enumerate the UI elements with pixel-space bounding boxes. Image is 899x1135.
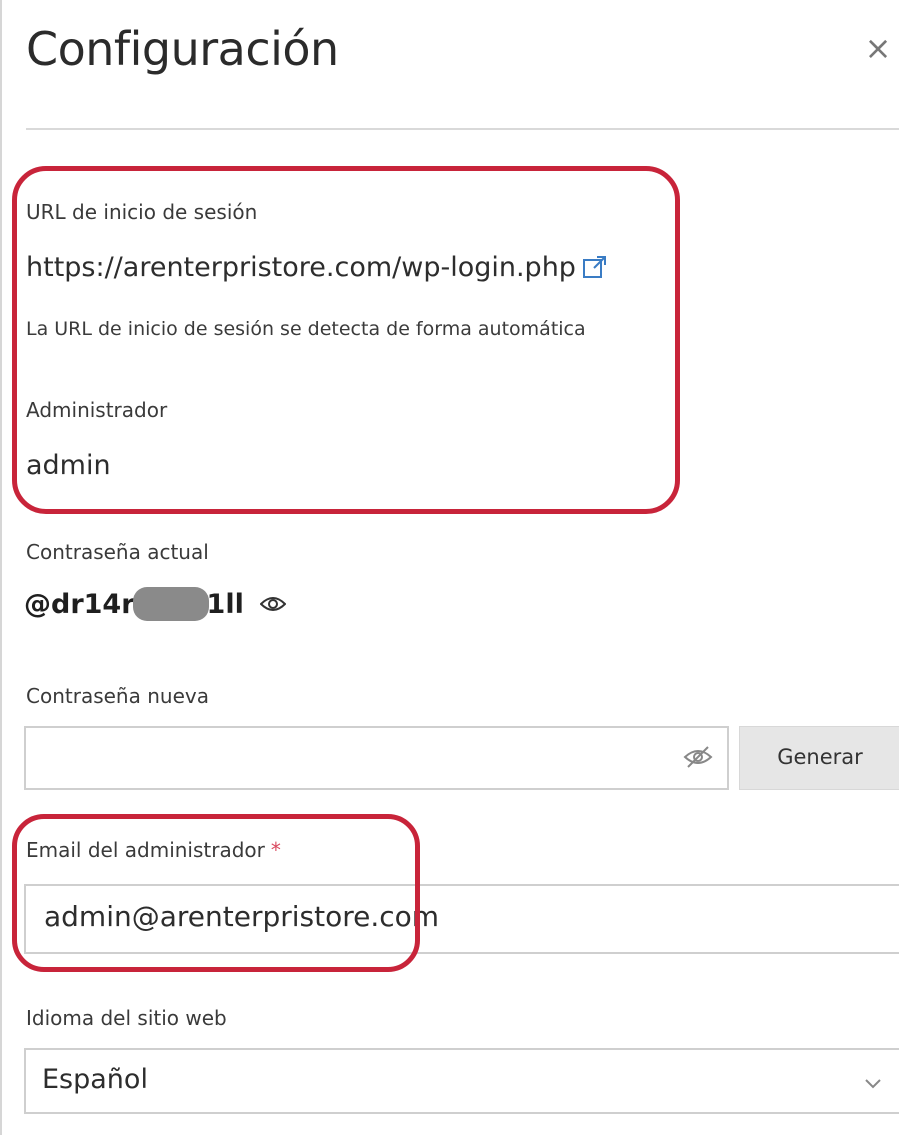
eye-icon[interactable]	[259, 595, 286, 613]
login-url-link[interactable]: https://arenterpristore.com/wp-login.php	[26, 252, 608, 287]
external-link-icon	[582, 254, 608, 287]
generate-button[interactable]: Generar	[739, 726, 899, 790]
admin-email-input[interactable]: admin@arenterpristore.com	[24, 884, 899, 954]
admin-email-label-text: Email del administrador	[26, 838, 265, 862]
header-divider	[26, 128, 899, 130]
administrator-label: Administrador	[26, 398, 168, 422]
chevron-down-icon	[865, 1074, 881, 1093]
site-language-select[interactable]: Español	[24, 1048, 899, 1114]
administrator-value: admin	[26, 450, 111, 481]
admin-email-label: Email del administrador *	[26, 838, 281, 862]
login-url-hint: La URL de inicio de sesión se detecta de…	[26, 318, 586, 340]
site-language-value: Español	[42, 1064, 148, 1095]
new-password-label: Contraseña nueva	[26, 684, 209, 708]
required-marker: *	[270, 838, 281, 862]
login-url-text: https://arenterpristore.com/wp-login.php	[26, 252, 576, 283]
password-redaction	[132, 587, 209, 621]
close-icon: ×	[864, 29, 892, 67]
new-password-input[interactable]	[24, 726, 729, 790]
password-visible-start: @dr14r	[24, 588, 135, 620]
settings-panel: Configuración × URL de inicio de sesión …	[0, 0, 899, 1135]
login-url-label: URL de inicio de sesión	[26, 200, 258, 224]
site-language-label: Idioma del sitio web	[26, 1006, 227, 1030]
page-title: Configuración	[26, 22, 339, 76]
close-button[interactable]: ×	[860, 30, 896, 66]
current-password-label: Contraseña actual	[26, 540, 209, 564]
eye-slash-icon[interactable]	[683, 744, 713, 774]
password-visible-end: 1ll	[206, 588, 244, 620]
current-password-value: @dr14r 1ll	[24, 582, 286, 626]
admin-email-value: admin@arenterpristore.com	[44, 900, 440, 933]
